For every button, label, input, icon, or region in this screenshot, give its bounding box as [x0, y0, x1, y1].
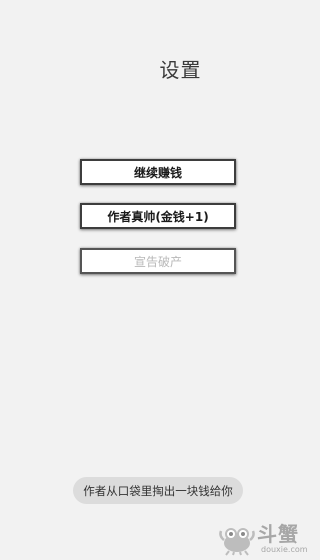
toast-message: 作者从口袋里掏出一块钱给你 — [73, 477, 243, 504]
crab-logo-icon — [219, 528, 255, 556]
watermark-brand: 斗蟹 — [257, 522, 299, 546]
page-title: 设置 — [159, 58, 202, 82]
author-handsome-button[interactable]: 作者真帅(金钱+1) — [80, 203, 236, 229]
continue-earning-button[interactable]: 继续赚钱 — [80, 159, 236, 185]
watermark-url: douxie.com — [261, 545, 308, 554]
settings-screen: 设置 继续赚钱 作者真帅(金钱+1) 宣告破产 作者从口袋里掏出一块钱给你 斗蟹… — [0, 0, 315, 560]
declare-bankruptcy-button[interactable]: 宣告破产 — [80, 248, 236, 274]
watermark: 斗蟹 douxie.com — [217, 518, 313, 558]
